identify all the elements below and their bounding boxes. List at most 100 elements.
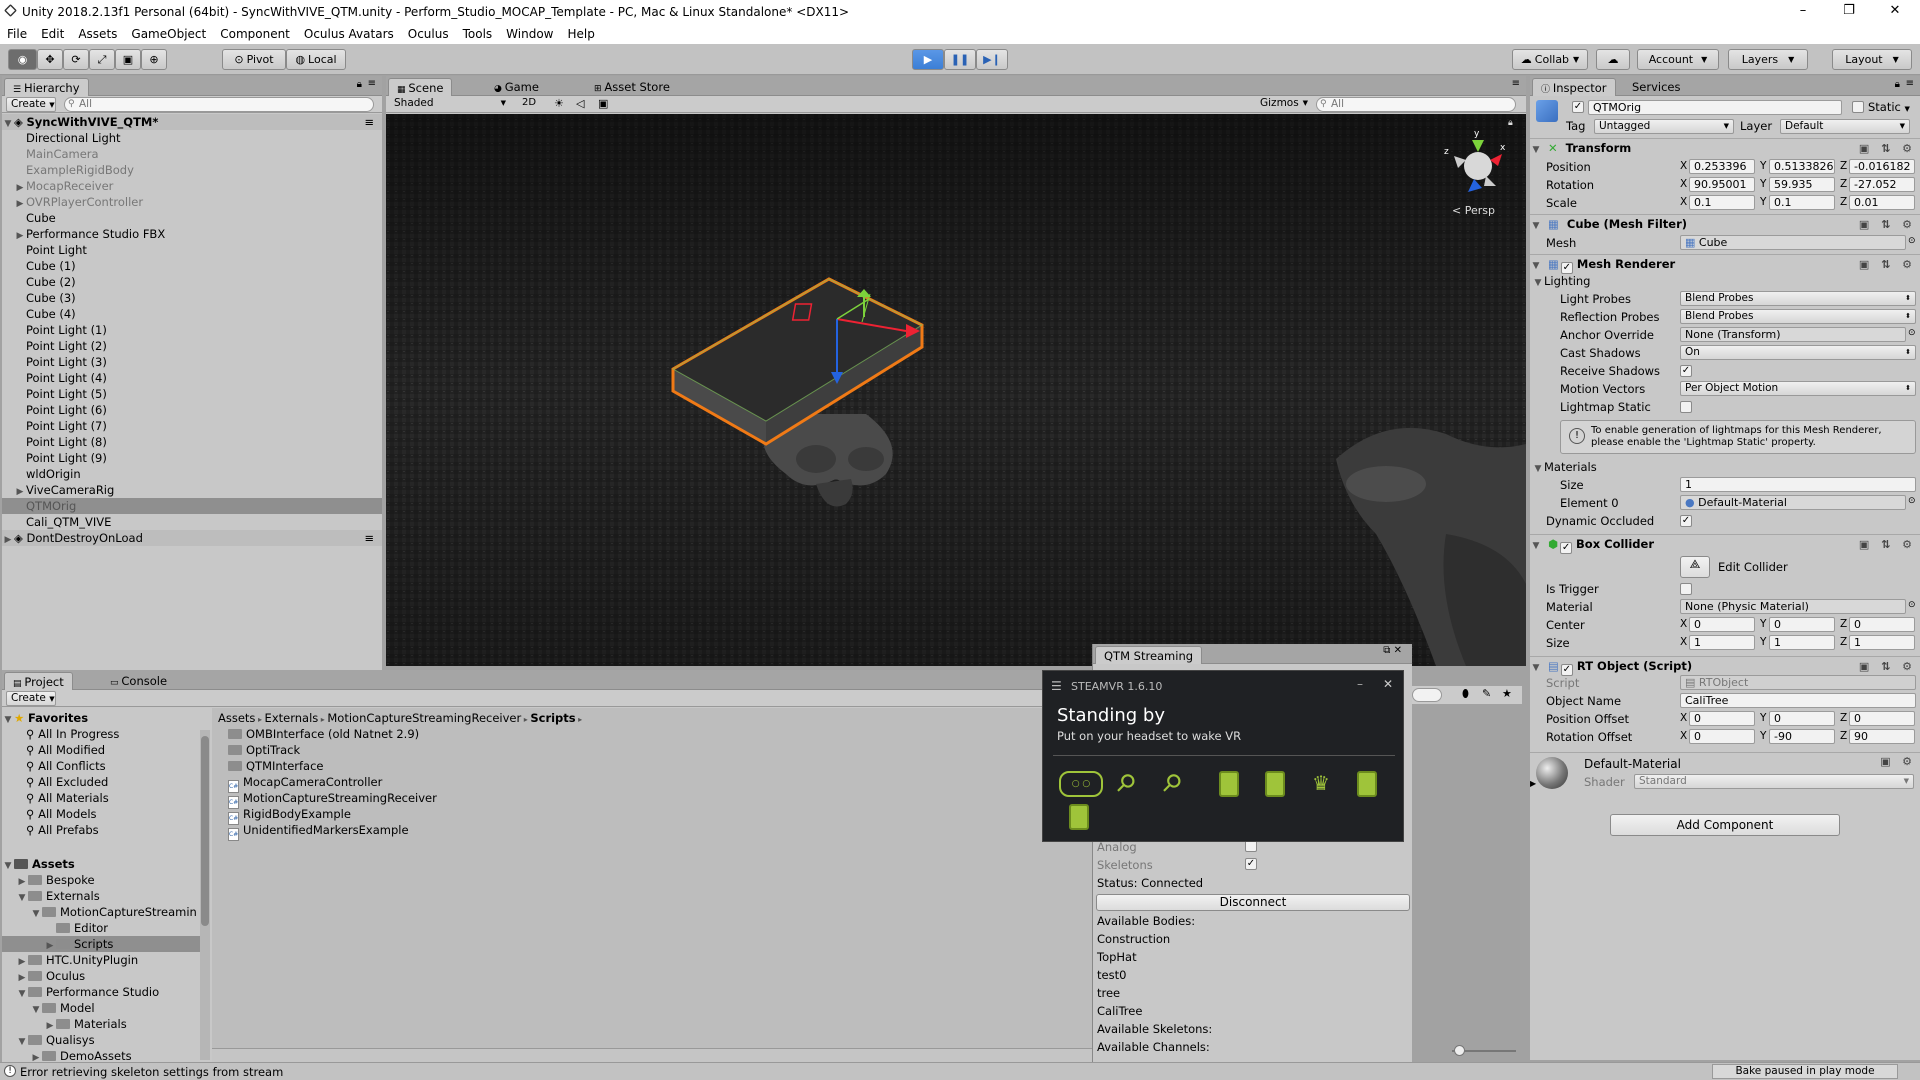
edit-collider-button[interactable]: ⟁ [1680, 556, 1710, 578]
rt-object-header[interactable]: ▼ ▤ ✓ RT Object (Script) ▣ ⇅ ⚙ [1530, 656, 1920, 676]
hierarchy-item[interactable]: Cube (1) [2, 258, 382, 274]
move-tool-button[interactable]: ✥ [37, 49, 63, 70]
rect-tool-button[interactable]: ▣ [115, 49, 141, 70]
audio-toggle-icon[interactable]: ◁ [576, 97, 584, 110]
tab-asset-store[interactable]: ⊞ Asset Store [586, 78, 678, 96]
asset-folder-item[interactable]: ▶ Bespoke [2, 872, 200, 888]
hierarchy-item[interactable]: ▶ MocapReceiver [2, 178, 382, 194]
base-station-4-icon[interactable] [1069, 804, 1089, 830]
favorite-item[interactable]: ⚲ All Models [26, 806, 97, 822]
headset-icon[interactable]: ○ ○ [1059, 771, 1103, 797]
favorite-item[interactable]: ⚲ All Materials [26, 790, 109, 806]
hierarchy-item[interactable]: Cube [2, 210, 382, 226]
asset-folder-item[interactable]: ▶ HTC.UnityPlugin [2, 952, 200, 968]
tracker-icon[interactable]: ♛ [1307, 771, 1335, 797]
project-create-dropdown[interactable]: Create ▼ [6, 691, 56, 706]
breadcrumb-item[interactable]: Assets [218, 711, 255, 725]
steamvr-minimize-button[interactable]: – [1357, 677, 1363, 691]
favorite-item[interactable]: ⚲ All Prefabs [26, 822, 99, 838]
disconnect-button[interactable]: Disconnect [1096, 894, 1410, 911]
assets-header[interactable]: ▼ Assets [2, 856, 75, 872]
hierarchy-item[interactable]: Cube (3) [2, 290, 382, 306]
menu-tools[interactable]: Tools [456, 27, 500, 41]
layer-dropdown[interactable]: Default ▼ [1780, 119, 1910, 134]
pause-button[interactable]: ❚❚ [944, 49, 976, 70]
component-header-icons[interactable]: ▣ ⇅ ⚙ [1859, 255, 1916, 274]
collider-size-z-field[interactable]: 1 [1849, 635, 1915, 650]
receive-shadows-checkbox[interactable]: ✓ [1680, 365, 1692, 377]
local-toggle[interactable]: ◍ Local [286, 49, 346, 70]
mesh-renderer-enabled-checkbox[interactable]: ✓ [1560, 262, 1573, 274]
dynamic-occluded-checkbox[interactable]: ✓ [1680, 515, 1692, 527]
favorite-item[interactable]: ⚲ All Excluded [26, 774, 108, 790]
gizmos-dropdown[interactable]: Gizmos ▼ [1256, 97, 1310, 112]
materials-size-field[interactable]: 1 [1680, 477, 1916, 492]
collider-size-x-field[interactable]: 1 [1689, 635, 1755, 650]
menu-edit[interactable]: Edit [34, 27, 71, 41]
tab-qtm-streaming[interactable]: QTM Streaming [1095, 646, 1203, 664]
reflection-probes-dropdown[interactable]: Blend Probes ⬍ [1680, 309, 1916, 324]
mesh-filter-header[interactable]: ▼ ▦ Cube (Mesh Filter) ▣ ⇅ ⚙ [1530, 214, 1920, 234]
collapse-arrow-icon[interactable]: ▼ [1530, 141, 1542, 160]
hierarchy-item[interactable]: Point Light [2, 242, 382, 258]
motion-vectors-dropdown[interactable]: Per Object Motion ⬍ [1680, 381, 1916, 396]
collider-material-field[interactable]: None (Physic Material) [1680, 599, 1906, 614]
component-header-icons[interactable]: ▣ ⇅ ⚙ [1859, 215, 1916, 234]
position-offset-z-field[interactable]: 0 [1849, 711, 1915, 726]
controller-1-icon[interactable]: ⚲ [1110, 767, 1142, 799]
tree-scrollbar[interactable] [200, 730, 210, 1060]
tab-scene[interactable]: ▦ Scene [388, 78, 453, 96]
lighting-toggle-icon[interactable]: ☀ [554, 97, 564, 110]
expand-arrow-icon[interactable]: ▶ [1530, 779, 1536, 788]
cloud-button[interactable]: ☁ [1596, 49, 1630, 70]
asset-folder-item[interactable]: ▶ DemoAssets [2, 1048, 200, 1062]
favorite-star-icon[interactable]: ★ [1502, 687, 1512, 700]
project-search-input[interactable] [1412, 688, 1442, 702]
zoom-slider-thumb[interactable] [1454, 1045, 1465, 1056]
steamvr-close-button[interactable]: ✕ [1383, 677, 1393, 691]
favorite-item[interactable]: ⚲ All Conflicts [26, 758, 106, 774]
asset-folder-item[interactable]: ▼ Model [2, 1000, 200, 1016]
favorite-item[interactable]: ⚲ All Modified [26, 742, 105, 758]
object-picker-icon[interactable]: ⊙ [1908, 236, 1916, 246]
hierarchy-item[interactable]: Point Light (9) [2, 450, 382, 466]
hierarchy-item[interactable]: ▶ ViveCameraRig [2, 482, 382, 498]
collider-size-y-field[interactable]: 1 [1769, 635, 1835, 650]
account-dropdown[interactable]: Account ▼ [1637, 49, 1719, 70]
2d-toggle[interactable]: 2D [518, 97, 540, 112]
step-button[interactable]: ▶❙ [976, 49, 1008, 70]
add-component-button[interactable]: Add Component [1610, 814, 1840, 836]
rotation-z-field[interactable]: -27.052 [1849, 177, 1915, 192]
menu-help[interactable]: Help [560, 27, 601, 41]
collapse-arrow-icon[interactable]: ▼ [1530, 659, 1542, 678]
project-file-item[interactable]: C# MotionCaptureStreamingReceiver [228, 790, 437, 809]
shading-mode-dropdown[interactable]: Shaded ▼ [390, 97, 510, 112]
menu-component[interactable]: Component [213, 27, 297, 41]
collapse-arrow-icon[interactable]: ▼ [1530, 537, 1542, 556]
position-y-field[interactable]: 0.5133826 [1769, 159, 1835, 174]
status-error-text[interactable]: Error retrieving skeleton settings from … [20, 1065, 283, 1079]
panel-menu-icon[interactable]: ≡ [368, 78, 376, 89]
favorites-header[interactable]: ▼ ★ Favorites [2, 710, 89, 726]
tab-hierarchy[interactable]: ☰ Hierarchy [4, 78, 89, 96]
project-file-item[interactable]: C# UnidentifiedMarkersExample [228, 822, 409, 841]
hierarchy-item[interactable]: Directional Light [2, 130, 382, 146]
lighting-foldout[interactable]: ▼ Lighting [1532, 274, 1591, 288]
persp-label[interactable]: < Persp [1452, 204, 1495, 217]
hierarchy-item[interactable]: wldOrigin [2, 466, 382, 482]
tab-services[interactable]: Services [1624, 78, 1689, 96]
asset-folder-item[interactable]: ▼ Qualisys [2, 1032, 200, 1048]
bake-status[interactable]: Bake paused in play mode [1712, 1064, 1898, 1079]
tab-game[interactable]: ◕ Game [486, 78, 547, 96]
base-station-1-icon[interactable] [1219, 771, 1239, 797]
tag-dropdown[interactable]: Untagged ▼ [1594, 119, 1734, 134]
scale-tool-button[interactable]: ⤢ [89, 49, 115, 70]
asset-folder-item[interactable]: Editor [2, 920, 200, 936]
center-z-field[interactable]: 0 [1849, 617, 1915, 632]
breadcrumb-item[interactable]: MotionCaptureStreamingReceiver [327, 711, 521, 725]
project-file-item[interactable]: OMBInterface (old Natnet 2.9) [228, 726, 419, 742]
scene-search-input[interactable]: ⚲ All [1316, 97, 1516, 112]
object-picker-icon[interactable]: ⊙ [1908, 328, 1916, 338]
pivot-toggle[interactable]: ⊙ Pivot [222, 49, 286, 70]
dontdestroy-scene-row[interactable]: ▶ ◈ DontDestroyOnLoad ≡ [2, 530, 382, 546]
